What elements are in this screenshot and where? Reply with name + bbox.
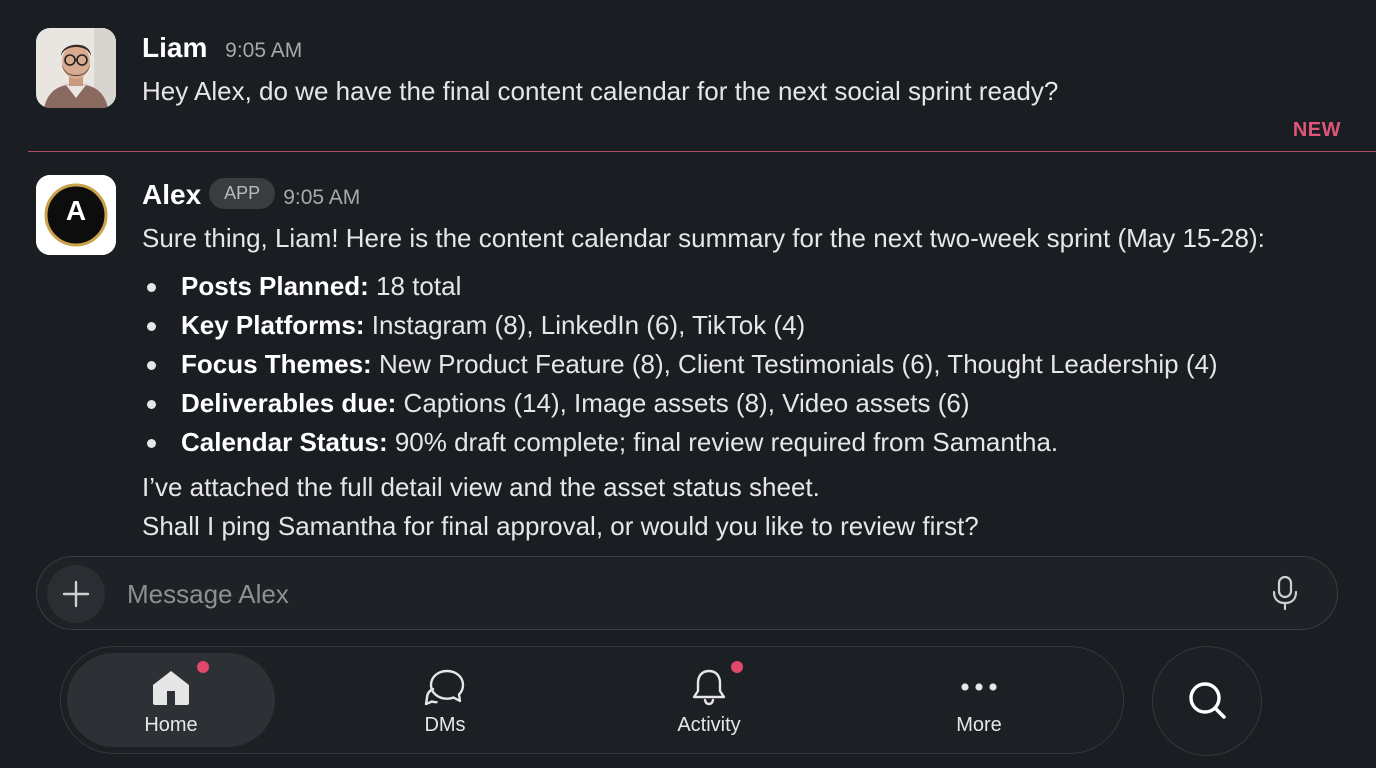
bullet-text: 18 total	[368, 271, 462, 301]
app-badge: APP	[209, 178, 276, 210]
bullet-text: 90% draft complete; final review require…	[387, 427, 1059, 457]
new-messages-label: NEW	[1292, 119, 1341, 141]
sender-name[interactable]: Liam 9:05 AM	[142, 32, 302, 64]
list-item: Calendar Status: 90% draft complete; fin…	[142, 423, 1218, 462]
chat-screen: Liam 9:05 AM Hey Alex, do we have the fi…	[0, 0, 1376, 768]
avatar-letter: A	[65, 195, 87, 226]
message-text: Hey Alex, do we have the final content c…	[142, 76, 1059, 106]
microphone-icon	[1272, 575, 1298, 611]
summary-bullet-list: Posts Planned: 18 total Key Platforms: I…	[142, 267, 1218, 462]
avatar-liam[interactable]	[36, 28, 116, 108]
chat-bubbles-icon	[424, 669, 465, 706]
message-timestamp: 9:05 AM	[225, 39, 303, 62]
search-button[interactable]	[1152, 646, 1262, 756]
nav-label-activity: Activity	[677, 714, 741, 736]
nav-item-activity[interactable]: Activity	[605, 653, 813, 747]
message-outro-line-2: Shall I ping Samantha for final approval…	[142, 511, 979, 541]
nav-label-more: More	[956, 714, 1002, 736]
bullet-label: Calendar Status:	[181, 427, 388, 457]
nav-label-dms: DMs	[424, 714, 466, 736]
list-item: Deliverables due: Captions (14), Image a…	[142, 384, 1218, 423]
bottom-navigation: Home DMs Activity More	[60, 646, 1124, 754]
home-notification-dot	[197, 661, 209, 673]
bullet-text: Instagram (8), LinkedIn (6), TikTok (4)	[364, 310, 806, 340]
more-dots-icon	[961, 683, 997, 691]
sender-name-text: Alex	[142, 179, 202, 210]
voice-input-button[interactable]	[1269, 575, 1301, 611]
liam-avatar-photo	[36, 28, 116, 108]
home-icon	[153, 671, 189, 705]
bullet-text: New Product Feature (8), Client Testimon…	[371, 349, 1218, 379]
avatar-alex[interactable]: A	[36, 175, 116, 255]
message-composer	[36, 556, 1338, 630]
message-intro-text: Sure thing, Liam! Here is the content ca…	[142, 223, 1265, 253]
add-attachment-button[interactable]	[47, 565, 105, 623]
list-item: Key Platforms: Instagram (8), LinkedIn (…	[142, 306, 1218, 345]
message-timestamp: 9:05 AM	[283, 186, 361, 209]
nav-item-more[interactable]: More	[875, 653, 1083, 747]
new-messages-divider	[28, 151, 1376, 152]
search-icon	[1189, 682, 1226, 719]
bullet-label: Deliverables due:	[181, 388, 397, 418]
bullet-text: Captions (14), Image assets (8), Video a…	[396, 388, 970, 418]
message-outro-line-1: I’ve attached the full detail view and t…	[142, 472, 820, 502]
sender-name[interactable]: Alex APP 9:05 AM	[142, 178, 361, 212]
message-input[interactable]	[125, 575, 1229, 613]
list-item: Posts Planned: 18 total	[142, 267, 1218, 306]
bullet-label: Key Platforms:	[181, 310, 365, 340]
bullet-label: Posts Planned:	[181, 271, 369, 301]
sender-name-text: Liam	[142, 32, 208, 63]
bell-icon	[692, 669, 726, 706]
nav-item-dms[interactable]: DMs	[341, 653, 549, 747]
nav-label-home: Home	[144, 714, 198, 736]
nav-item-home[interactable]: Home	[67, 653, 275, 747]
bullet-label: Focus Themes:	[181, 349, 372, 379]
list-item: Focus Themes: New Product Feature (8), C…	[142, 345, 1218, 384]
plus-icon	[62, 580, 90, 608]
activity-notification-dot	[731, 661, 743, 673]
